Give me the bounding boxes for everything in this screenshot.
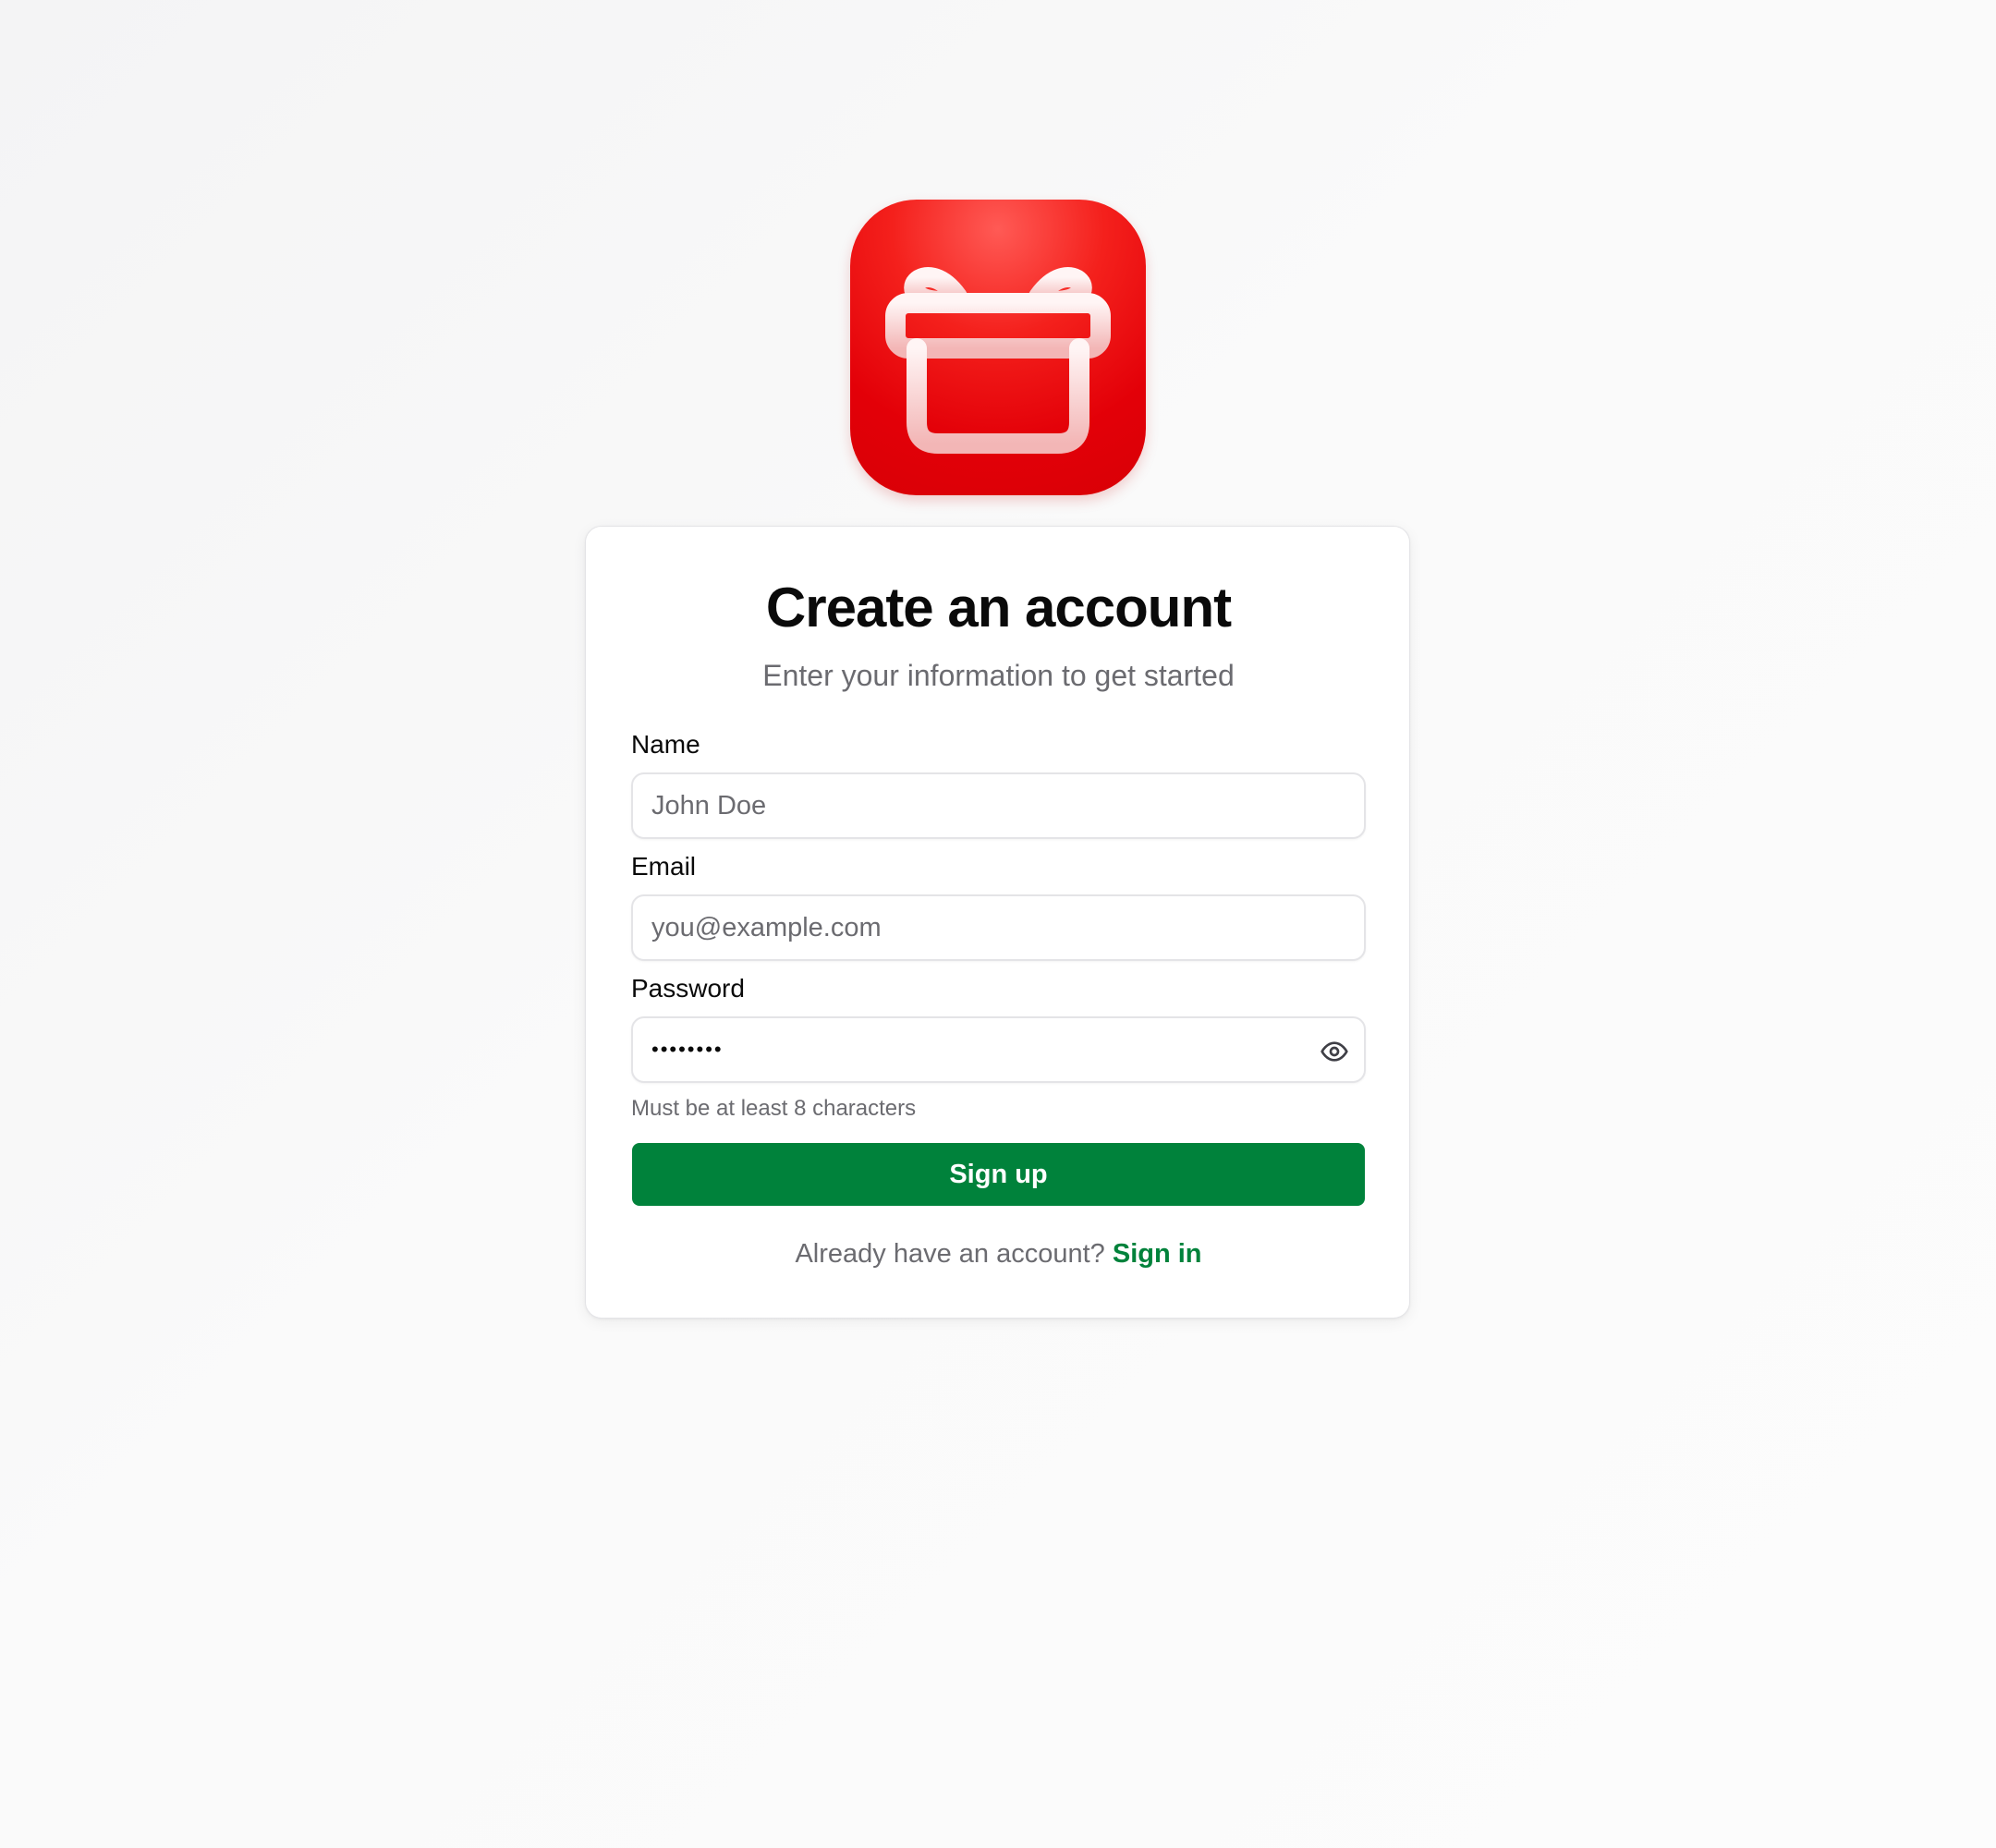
name-input[interactable] [633, 774, 1364, 837]
password-hint: Must be at least 8 characters [631, 1096, 917, 1121]
signup-card: Create an account Enter your information… [585, 526, 1410, 1319]
signin-prompt: Already have an account? Sign in [586, 1238, 1411, 1270]
page-title: Create an account [765, 577, 1232, 638]
sign-in-link[interactable]: Sign in [1113, 1239, 1202, 1269]
email-label: Email [631, 852, 697, 881]
signin-prompt-text: Already have an account? [795, 1239, 1105, 1269]
gift-icon [885, 267, 1111, 454]
name-field [631, 772, 1366, 839]
password-input[interactable] [633, 1018, 1364, 1081]
eye-icon[interactable] [1320, 1037, 1349, 1066]
app-logo [850, 200, 1146, 495]
password-field [631, 1016, 1366, 1083]
sign-up-button[interactable]: Sign up [632, 1143, 1365, 1206]
page-subtitle: Enter your information to get started [762, 659, 1235, 692]
email-input[interactable] [633, 896, 1364, 959]
name-label: Name [631, 730, 700, 759]
email-field [631, 894, 1366, 961]
password-label: Password [631, 974, 745, 1003]
